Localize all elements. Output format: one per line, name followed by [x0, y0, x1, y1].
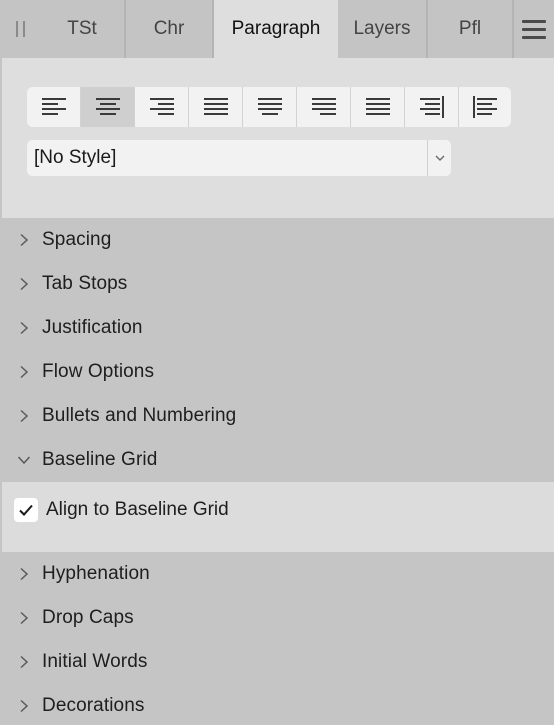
section-label: Flow Options — [42, 361, 155, 382]
chevron-right-icon — [20, 567, 29, 581]
checkmark-icon — [19, 504, 33, 516]
baseline-grid-body: Align to Baseline Grid — [2, 482, 554, 552]
section-justification[interactable]: Justification — [0, 306, 554, 350]
align-towards-spine-icon — [419, 96, 444, 118]
chevron-down-icon — [435, 155, 444, 161]
section-initial-words[interactable]: Initial Words — [0, 640, 554, 684]
section-hyphenation[interactable]: Hyphenation — [0, 552, 554, 596]
paragraph-sections: Spacing Tab Stops Justification Flow Opt… — [0, 218, 554, 725]
paragraph-style-dropdown[interactable]: [No Style] — [27, 140, 451, 176]
justify-right-icon — [311, 98, 336, 115]
justify-all-icon — [365, 98, 390, 115]
justify-center-icon — [257, 98, 282, 115]
align-to-baseline-grid-option[interactable]: Align to Baseline Grid — [14, 498, 229, 522]
section-label: Initial Words — [42, 651, 148, 672]
tab-layers[interactable]: Layers — [338, 0, 428, 58]
dropdown-arrow[interactable] — [427, 140, 451, 176]
section-label: Tab Stops — [42, 273, 128, 294]
align-to-baseline-grid-checkbox[interactable] — [14, 498, 38, 522]
section-bullets-and-numbering[interactable]: Bullets and Numbering — [0, 394, 554, 438]
chevron-right-icon — [20, 409, 29, 423]
justify-center-button[interactable] — [243, 87, 297, 127]
section-label: Drop Caps — [42, 607, 134, 628]
align-to-baseline-grid-label: Align to Baseline Grid — [46, 499, 229, 520]
chevron-right-icon — [20, 655, 29, 669]
justify-left-icon — [203, 98, 228, 115]
align-center-button[interactable] — [81, 87, 135, 127]
align-left-icon — [41, 98, 66, 115]
panel-menu-button[interactable] — [514, 0, 554, 58]
align-right-button[interactable] — [135, 87, 189, 127]
panel-tab-bar: TSt Chr Paragraph Layers Pfl — [0, 0, 554, 58]
section-decorations[interactable]: Decorations — [0, 684, 554, 725]
tab-preflight[interactable]: Pfl — [428, 0, 514, 58]
justify-all-button[interactable] — [351, 87, 405, 127]
align-left-button[interactable] — [27, 87, 81, 127]
section-label: Decorations — [42, 695, 145, 716]
section-label: Bullets and Numbering — [42, 405, 237, 426]
paragraph-panel: TSt Chr Paragraph Layers Pfl [No Style] … — [0, 0, 554, 725]
paragraph-top-section: [No Style] — [2, 58, 554, 218]
panel-drag-handle[interactable] — [0, 0, 40, 58]
justify-left-button[interactable] — [189, 87, 243, 127]
align-towards-spine-button[interactable] — [405, 87, 459, 127]
grip-icon — [15, 21, 25, 37]
align-away-from-spine-icon — [473, 96, 497, 118]
chevron-right-icon — [20, 699, 29, 713]
chevron-right-icon — [20, 321, 29, 335]
section-drop-caps[interactable]: Drop Caps — [0, 596, 554, 640]
chevron-right-icon — [20, 611, 29, 625]
section-flow-options[interactable]: Flow Options — [0, 350, 554, 394]
section-label: Hyphenation — [42, 563, 150, 584]
tab-paragraph[interactable]: Paragraph — [214, 0, 338, 58]
chevron-down-icon — [17, 456, 31, 465]
section-spacing[interactable]: Spacing — [0, 218, 554, 262]
alignment-button-group — [27, 87, 511, 127]
justify-right-button[interactable] — [297, 87, 351, 127]
chevron-right-icon — [20, 277, 29, 291]
align-right-icon — [149, 98, 174, 115]
chevron-right-icon — [20, 233, 29, 247]
section-baseline-grid[interactable]: Baseline Grid — [0, 438, 554, 482]
hamburger-icon — [522, 19, 546, 39]
section-label: Justification — [42, 317, 143, 338]
section-label: Spacing — [42, 229, 112, 250]
chevron-right-icon — [20, 365, 29, 379]
tab-character[interactable]: Chr — [126, 0, 214, 58]
align-center-icon — [95, 98, 120, 115]
align-away-from-spine-button[interactable] — [459, 87, 511, 127]
section-tab-stops[interactable]: Tab Stops — [0, 262, 554, 306]
section-label: Baseline Grid — [42, 449, 158, 470]
tab-text-styles[interactable]: TSt — [40, 0, 126, 58]
paragraph-style-value: [No Style] — [34, 147, 117, 168]
